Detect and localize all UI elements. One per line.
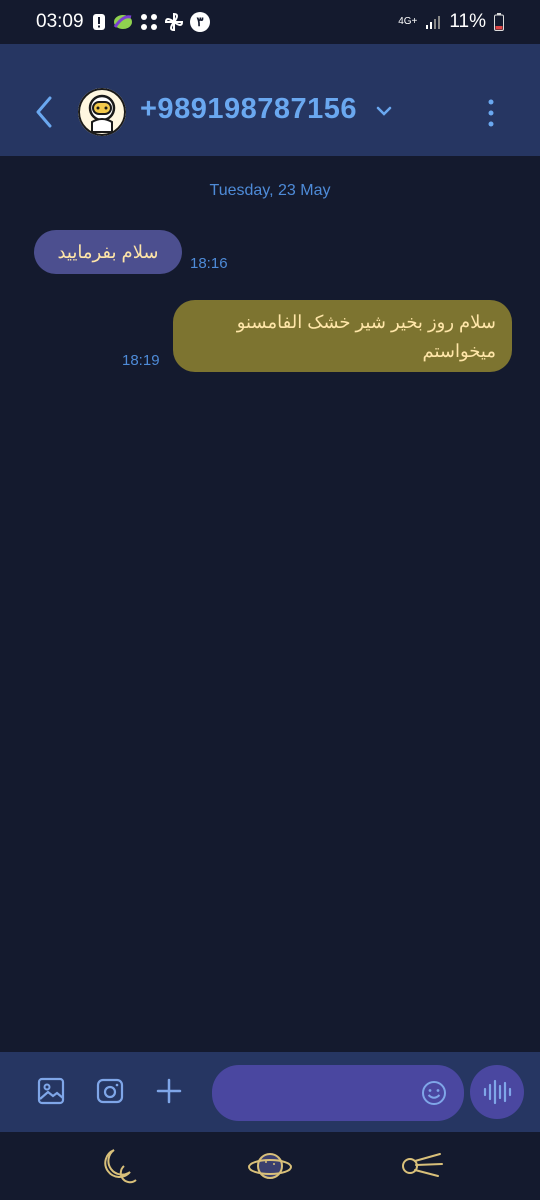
comet-icon[interactable] — [398, 1142, 446, 1190]
back-icon[interactable] — [30, 94, 60, 130]
system-navigation-bar — [0, 1132, 540, 1200]
grid-dots-icon — [141, 14, 157, 30]
avatar[interactable] — [78, 88, 126, 136]
outgoing-message-time: 18:19 — [122, 352, 160, 369]
moon-icon[interactable] — [94, 1142, 142, 1190]
planet-icon[interactable] — [246, 1142, 294, 1190]
battery-icon — [494, 13, 504, 31]
alert-icon — [93, 14, 105, 30]
status-bar: 03:09 ۳ 4G+ 11% — [0, 0, 540, 44]
date-separator: Tuesday, 23 May — [209, 182, 331, 199]
app-leaf-icon — [113, 15, 132, 29]
camera-icon[interactable] — [95, 1076, 125, 1106]
emoji-icon[interactable] — [420, 1079, 448, 1107]
signal-icon — [426, 16, 441, 29]
status-notification-icons: ۳ — [92, 12, 210, 32]
notification-count-badge: ۳ — [190, 12, 210, 32]
astronaut-icon — [78, 88, 126, 136]
pinwheel-icon — [164, 12, 184, 32]
voice-icon — [483, 1079, 512, 1105]
incoming-message-time: 18:16 — [190, 255, 228, 272]
battery-percent: 11% — [449, 11, 486, 32]
voice-record-button[interactable] — [470, 1065, 524, 1119]
plus-icon[interactable] — [154, 1076, 184, 1106]
gallery-icon[interactable] — [36, 1076, 66, 1106]
contact-phone-number[interactable]: +989198787156 — [140, 93, 357, 126]
status-right: 4G+ 11% — [398, 11, 504, 33]
incoming-message-bubble[interactable]: سلام بفرمایید — [34, 230, 182, 274]
message-composer — [0, 1052, 540, 1132]
more-vert-icon[interactable] — [484, 98, 498, 128]
status-time: 03:09 — [36, 11, 84, 32]
network-type: 4G+ — [398, 16, 418, 27]
chevron-down-icon[interactable] — [374, 104, 394, 118]
outgoing-message-bubble[interactable]: سلام روز بخیر شیر خشک الفامسنو میخواستم — [173, 300, 512, 372]
conversation-header: +989198787156 — [0, 44, 540, 156]
